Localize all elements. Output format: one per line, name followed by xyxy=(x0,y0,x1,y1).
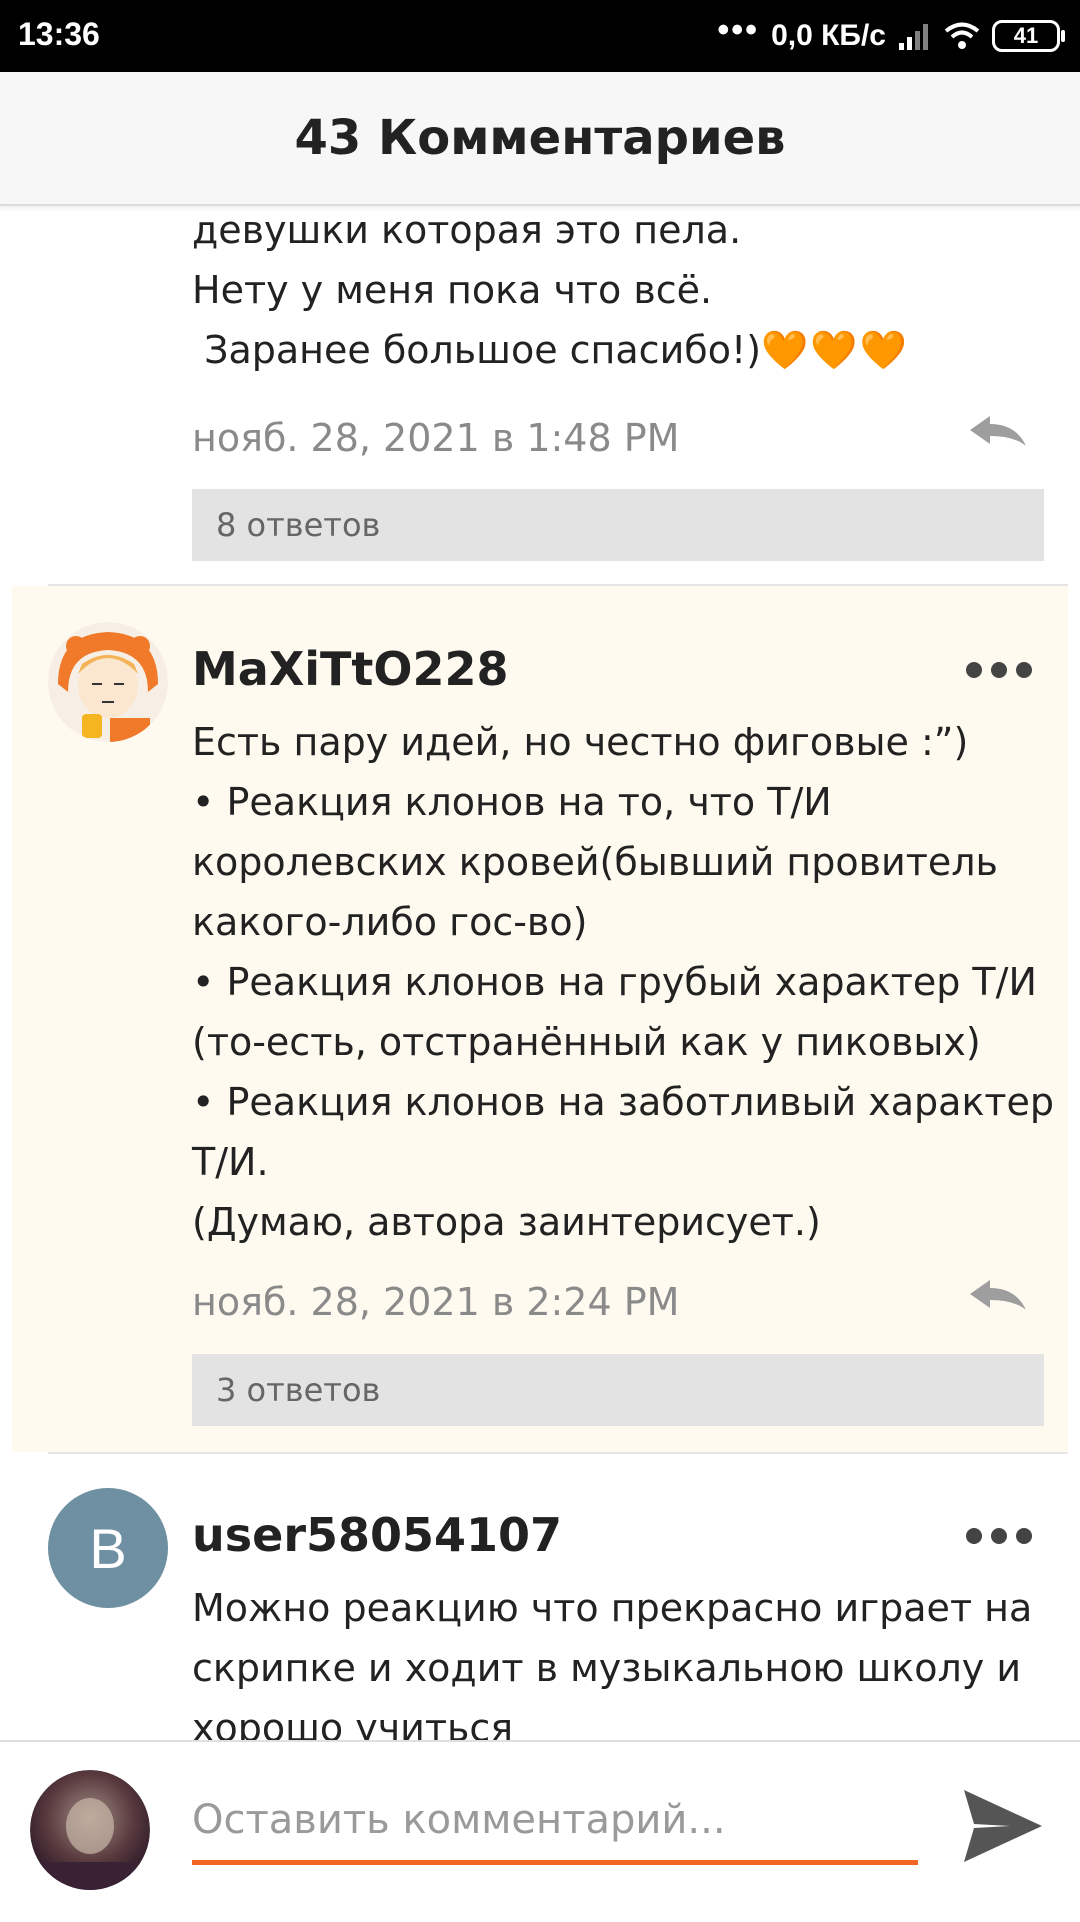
reply-arrow-icon[interactable] xyxy=(966,412,1030,452)
comment-text: Есть пару идей, но честно фиговые :”) • … xyxy=(192,712,1054,1252)
replies-button[interactable]: 8 ответов xyxy=(192,489,1044,561)
comment-line: • Реакция клонов на то, что Т/И xyxy=(192,780,832,824)
divider xyxy=(48,1452,1068,1454)
replies-count: 8 ответов xyxy=(216,506,381,544)
comment-text: девушки которая это пела. Нету у меня по… xyxy=(192,206,909,380)
notification-dots: ••• xyxy=(717,10,760,49)
status-indicators: ••• 0,0 КБ/с 41 xyxy=(717,10,1065,58)
comment-line-with-hearts: Заранее большое спасибо!)🧡🧡🧡 xyxy=(192,320,909,380)
comment-line: Т/И. xyxy=(192,1140,269,1184)
comment-timestamp: нояб. 28, 2021 в 1:48 PM xyxy=(192,416,680,460)
avatar[interactable] xyxy=(48,622,168,742)
more-dots-icon[interactable] xyxy=(964,1526,1034,1546)
status-bar: 13:36 ••• 0,0 КБ/с 41 xyxy=(0,0,1080,72)
comment-text: Можно реакцию что прекрасно играет на ск… xyxy=(192,1578,1032,1740)
reply-arrow-icon[interactable] xyxy=(966,1276,1030,1316)
current-user-avatar[interactable] xyxy=(30,1770,150,1890)
comment-line: какого-либо гос-во) xyxy=(192,900,588,944)
comment-timestamp: нояб. 28, 2021 в 2:24 PM xyxy=(192,1280,680,1324)
comment-line: (Думаю, автора заинтерисует.) xyxy=(192,1200,821,1244)
replies-count: 3 ответов xyxy=(216,1371,381,1409)
comment-line: • Реакция клонов на заботливый характер xyxy=(192,1080,1055,1124)
comment-line: девушки которая это пела. xyxy=(192,208,742,252)
avatar[interactable]: B xyxy=(48,1488,168,1608)
comment-line: Есть пару идей, но честно фиговые :”) xyxy=(192,720,969,764)
comment-username[interactable]: MaXiTtO228 xyxy=(192,642,509,696)
comment-line-text: Заранее большое спасибо!) xyxy=(192,328,762,372)
comment-line: Можно реакцию что прекрасно играет на xyxy=(192,1586,1033,1630)
comment-line: • Реакция клонов на грубый характер Т/И xyxy=(192,960,1037,1004)
comment-line: Нету у меня пока что всё. xyxy=(192,268,713,312)
network-speed: 0,0 КБ/с xyxy=(771,19,886,52)
signal-icon xyxy=(899,24,928,50)
comment-input[interactable] xyxy=(192,1780,918,1865)
comment-line: хорошо учиться xyxy=(192,1706,514,1740)
replies-button[interactable]: 3 ответов xyxy=(192,1354,1044,1426)
comment-username[interactable]: user58054107 xyxy=(192,1508,562,1562)
wifi-icon xyxy=(944,22,980,49)
more-dots-icon[interactable] xyxy=(964,660,1034,680)
status-time: 13:36 xyxy=(18,16,100,52)
battery-icon: 41 xyxy=(992,20,1065,52)
comment-line: королевских кровей(бывший провитель xyxy=(192,840,998,884)
app-header: 43 Комментариев xyxy=(0,72,1080,206)
send-icon[interactable] xyxy=(960,1786,1046,1866)
avatar-letter: B xyxy=(89,1516,127,1580)
comment-compose-bar xyxy=(0,1740,1080,1922)
comments-list[interactable]: девушки которая это пела. Нету у меня по… xyxy=(0,206,1080,1740)
comment-line: скрипке и ходит в музыкальною школу и xyxy=(192,1646,1022,1690)
anime-avatar-image xyxy=(48,622,168,742)
heart-emoji-icon: 🧡🧡🧡 xyxy=(761,328,909,372)
comment-line: (то-есть, отстранённый как у пиковых) xyxy=(192,1020,981,1064)
page-title: 43 Комментариев xyxy=(294,110,786,166)
user-photo-image xyxy=(30,1770,150,1890)
